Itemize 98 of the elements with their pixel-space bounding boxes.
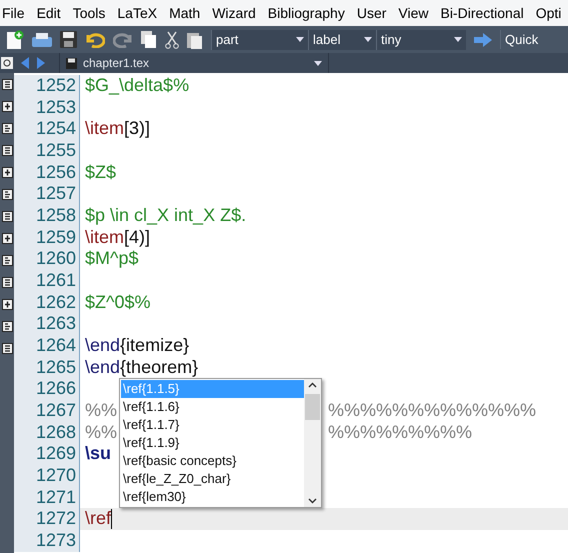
format-icon[interactable]	[2, 145, 12, 156]
completion-item[interactable]: \ref{lem30}	[121, 488, 304, 506]
code-token: \end	[85, 335, 120, 357]
copy-icon[interactable]	[141, 30, 157, 48]
completion-item[interactable]: \ref{basic concepts}	[121, 452, 304, 470]
format-icon[interactable]	[2, 189, 12, 200]
dropdown-arrow-icon[interactable]	[314, 60, 322, 66]
line-number: 1265	[14, 356, 80, 378]
code-token: \end	[85, 356, 120, 378]
menu-item[interactable]: Opti	[536, 2, 562, 24]
line-number: 1272	[14, 508, 80, 530]
code-token: %%	[85, 400, 118, 422]
format-icon[interactable]	[2, 277, 12, 288]
quick-build-button[interactable]: Quick	[500, 30, 538, 50]
file-name: chapter1.tex	[83, 55, 150, 72]
code-token: $Z^0$%	[85, 292, 150, 314]
code-token: [4)]	[124, 226, 150, 248]
print-icon[interactable]	[32, 32, 52, 48]
line-number: 1252	[14, 75, 80, 97]
scrollbar[interactable]	[304, 379, 321, 507]
format-icon[interactable]	[2, 101, 12, 112]
completion-item[interactable]: \ref{1.1.6}	[121, 398, 304, 416]
code-token: [3)]	[124, 118, 150, 140]
code-token: {theorem}	[120, 356, 198, 378]
line-number: 1258	[14, 205, 80, 227]
format-icon[interactable]	[2, 321, 12, 332]
cut-icon[interactable]	[165, 30, 179, 48]
code-token: {itemize}	[120, 335, 190, 357]
new-file-icon[interactable]	[6, 30, 24, 50]
format-icon[interactable]	[2, 167, 12, 178]
save-icon	[66, 58, 77, 68]
style-dropdown[interactable]: label	[308, 30, 376, 50]
dropdown-arrow-icon	[454, 37, 462, 42]
arrow-right-icon[interactable]	[474, 32, 492, 46]
line-number: 1253	[14, 96, 80, 118]
text-cursor	[111, 509, 112, 530]
menu-item[interactable]: Bi-Directional	[440, 2, 524, 24]
code-token: %%%%%%%%%	[328, 422, 472, 444]
code-token: $Z$	[85, 162, 116, 184]
line-number: 1255	[14, 140, 80, 162]
code-token: $G_\delta$%	[85, 75, 190, 97]
menu-item[interactable]: View	[398, 2, 428, 24]
code-token: %%	[85, 422, 118, 444]
menu-item[interactable]: Tools	[72, 2, 106, 24]
dropdown-arrow-icon	[296, 37, 304, 42]
line-number: 1266	[14, 378, 80, 400]
line-number: 1269	[14, 443, 80, 466]
completion-item[interactable]: \ref{1.1.9}	[121, 434, 304, 452]
menu-item[interactable]: LaTeX	[117, 2, 158, 24]
format-icon[interactable]	[2, 211, 12, 222]
menu-item[interactable]: Math	[169, 2, 200, 24]
code-token: \su	[85, 443, 112, 466]
menu-item[interactable]: User	[356, 2, 386, 24]
code-token: $p \in cl_X int_X Z$.	[85, 205, 246, 227]
code-token: \ref	[85, 508, 112, 530]
previous-icon[interactable]	[21, 57, 29, 69]
format-icon[interactable]	[2, 233, 12, 244]
menu-item[interactable]: Edit	[36, 2, 61, 24]
line-number: 1262	[14, 292, 80, 314]
menu-item[interactable]: Bibliography	[268, 2, 345, 24]
line-number: 1259	[14, 226, 80, 248]
format-icon[interactable]	[2, 255, 12, 266]
line-number: 1254	[14, 118, 80, 140]
code-token: $M^p$	[85, 248, 138, 270]
file-tab[interactable]: chapter1.tex	[59, 53, 329, 73]
completion-item[interactable]: \ref{1.1.7}	[121, 416, 304, 434]
undo-icon[interactable]	[85, 32, 105, 48]
refresh-icon[interactable]	[1, 57, 13, 69]
style-dropdown[interactable]: tiny	[376, 30, 466, 50]
paste-icon[interactable]	[187, 30, 203, 48]
menu-item[interactable]: File	[2, 2, 25, 24]
style-dropdown[interactable]: part	[211, 30, 308, 50]
format-icon[interactable]	[2, 299, 12, 310]
dropdown-arrow-icon	[364, 37, 372, 42]
scroll-thumb[interactable]	[305, 394, 320, 420]
line-number: 1263	[14, 313, 80, 336]
code-token: %%%%%%%%%%%%%	[328, 400, 536, 422]
line-number: 1271	[14, 486, 80, 508]
completion-item[interactable]: \ref{le_Z_Z0_char}	[121, 470, 304, 488]
line-number: 1264	[14, 335, 80, 357]
menu-item[interactable]: Wizard	[212, 2, 256, 24]
scroll-down-icon[interactable]	[308, 498, 317, 504]
line-number: 1273	[14, 530, 80, 552]
code-token: \item	[85, 118, 124, 140]
line-number: 1257	[14, 183, 80, 206]
code-token: \item	[85, 226, 124, 248]
line-number: 1267	[14, 400, 80, 422]
line-number: 1261	[14, 270, 80, 292]
line-number: 1270	[14, 465, 80, 487]
format-icon[interactable]	[2, 79, 12, 90]
scroll-up-icon[interactable]	[308, 382, 317, 388]
line-number: 1256	[14, 162, 80, 184]
format-icon[interactable]	[2, 123, 12, 134]
format-icon[interactable]	[2, 343, 12, 354]
line-number: 1268	[14, 422, 80, 444]
line-number: 1260	[14, 248, 80, 270]
save-icon[interactable]	[60, 31, 77, 48]
next-icon[interactable]	[37, 57, 45, 69]
